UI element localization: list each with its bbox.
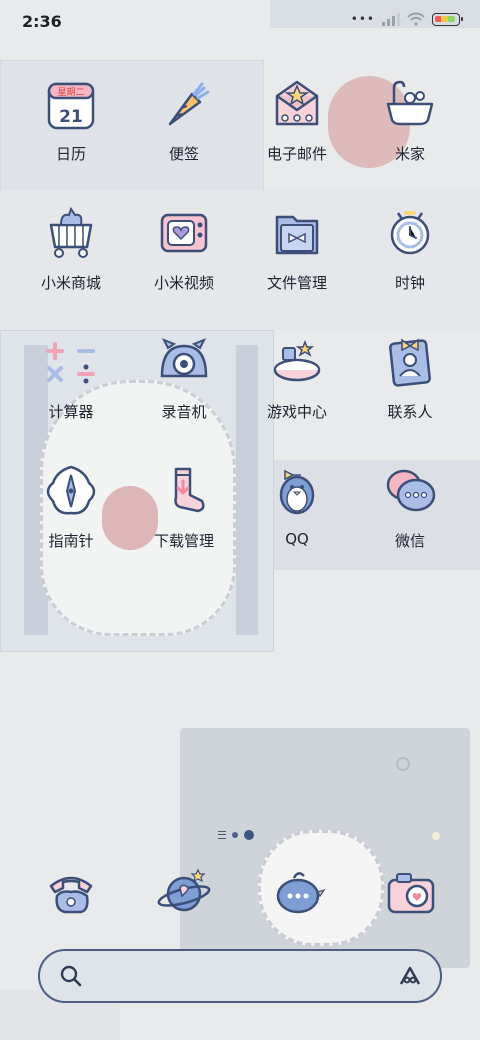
contacts-icon: [380, 332, 440, 392]
app-label: 日历: [55, 145, 86, 163]
app-label: 微信: [394, 532, 425, 550]
app-qq[interactable]: QQ: [240, 461, 354, 548]
app-downloads[interactable]: 下载管理: [127, 461, 241, 551]
app-contacts[interactable]: 联系人: [353, 332, 467, 422]
search-bar[interactable]: [38, 949, 442, 1003]
page-indicator[interactable]: [218, 830, 254, 840]
message-bird-icon: [276, 872, 326, 914]
shopping-cart-cat-icon: [41, 203, 101, 263]
folder-bow-icon: [267, 203, 327, 263]
wallpaper-dot: [432, 832, 440, 840]
app-label: 指南针: [48, 532, 94, 550]
app-label: 录音机: [161, 403, 207, 421]
search-icon[interactable]: [60, 965, 82, 987]
battery-icon: [432, 12, 463, 26]
app-file-manager[interactable]: 文件管理: [240, 203, 354, 293]
app-mijia[interactable]: 米家: [353, 74, 467, 164]
dock-camera[interactable]: [381, 862, 441, 922]
calendar-icon: 21 星期二: [41, 74, 101, 134]
page-dot-active[interactable]: [244, 830, 254, 840]
app-game-center[interactable]: 游戏中心: [240, 332, 354, 422]
dock-messages[interactable]: [268, 862, 328, 922]
app-label: 米家: [394, 145, 425, 163]
camera-icon: [387, 873, 435, 914]
app-email[interactable]: 电子邮件: [240, 74, 354, 164]
bathtub-icon: [380, 74, 440, 134]
alarm-clock-icon: [380, 203, 440, 263]
calendar-weekday: 星期二: [57, 87, 84, 98]
cake-game-icon: [267, 332, 327, 392]
carrot-note-icon: [154, 74, 214, 134]
penguin-icon: [267, 461, 327, 521]
sock-download-icon: [154, 461, 214, 521]
telephone-icon: [49, 876, 93, 914]
voice-assistant-icon[interactable]: [398, 964, 422, 988]
app-wechat[interactable]: 微信: [353, 461, 467, 551]
page-dot[interactable]: [232, 832, 238, 838]
status-bar: 2:36 •••: [0, 0, 480, 42]
app-label: 计算器: [48, 403, 94, 421]
wallpaper-planet: [396, 757, 410, 771]
recorder-icon: [154, 332, 214, 392]
app-label: QQ: [285, 530, 309, 548]
envelope-icon: [267, 74, 327, 134]
app-notes[interactable]: 便签: [127, 74, 241, 164]
tv-heart-icon: [154, 203, 214, 263]
calendar-day: 21: [59, 107, 83, 127]
app-label: 便签: [168, 145, 199, 163]
signal-icon: [382, 12, 400, 26]
status-time: 2:36: [22, 12, 62, 31]
dock-browser[interactable]: [154, 862, 214, 922]
more-dots-icon: •••: [350, 12, 375, 26]
app-label: 小米视频: [153, 274, 214, 292]
app-calculator[interactable]: 计算器: [14, 332, 128, 422]
app-label: 小米商城: [40, 274, 101, 292]
page-indicator-menu[interactable]: [218, 831, 226, 839]
app-label: 文件管理: [266, 274, 327, 292]
app-label: 电子邮件: [266, 145, 327, 163]
app-label: 游戏中心: [266, 403, 327, 421]
wifi-icon: [407, 12, 425, 26]
app-mi-store[interactable]: 小米商城: [14, 203, 128, 293]
dock-phone[interactable]: [41, 862, 101, 922]
app-label: 下载管理: [153, 532, 214, 550]
app-calendar[interactable]: 21 星期二 日历: [14, 74, 128, 164]
search-input[interactable]: [94, 963, 378, 991]
app-label: 时钟: [394, 274, 425, 292]
app-label: 联系人: [387, 403, 433, 421]
chat-bubbles-icon: [380, 461, 440, 521]
app-compass[interactable]: 指南针: [14, 461, 128, 551]
status-icons: •••: [350, 12, 463, 26]
planet-icon: [157, 868, 211, 912]
app-mi-video[interactable]: 小米视频: [127, 203, 241, 293]
compass-icon: [41, 461, 101, 521]
calculator-icon: [41, 332, 101, 392]
app-clock[interactable]: 时钟: [353, 203, 467, 293]
app-recorder[interactable]: 录音机: [127, 332, 241, 422]
